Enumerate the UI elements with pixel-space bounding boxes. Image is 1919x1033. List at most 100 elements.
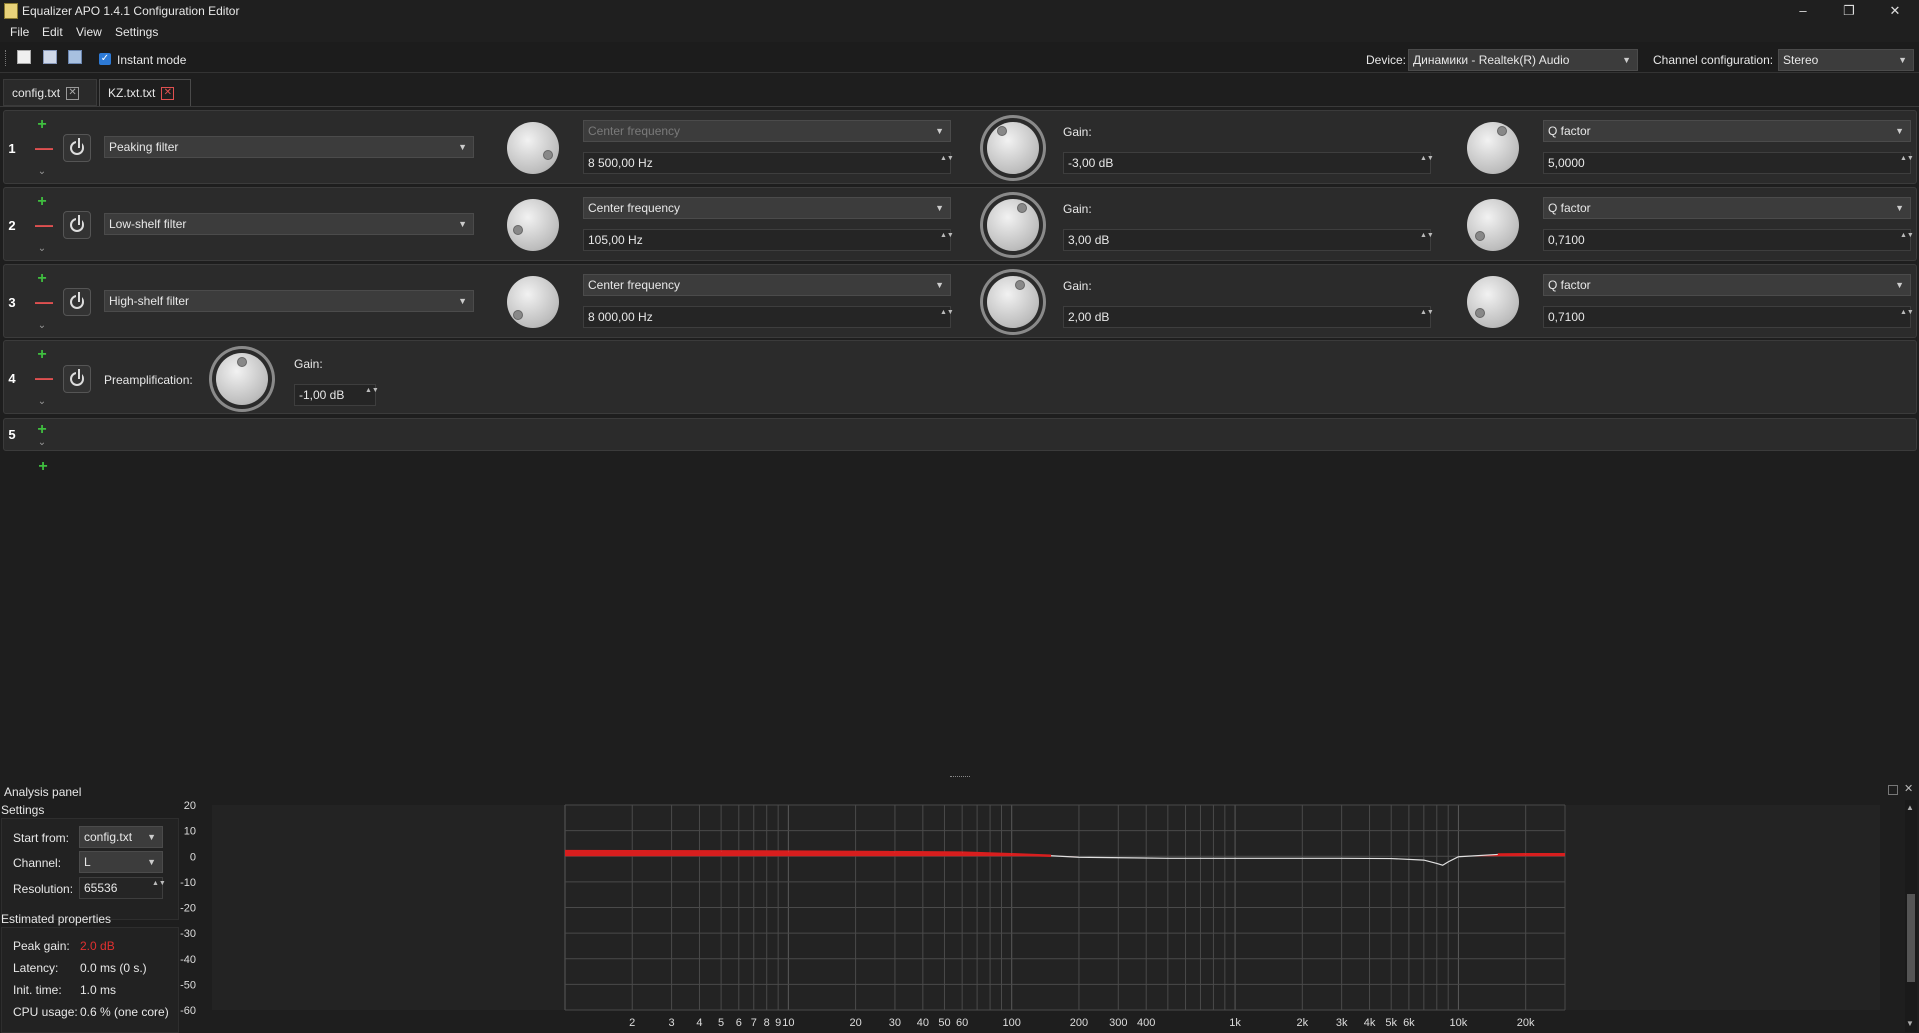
close-icon[interactable]: ✕ [66,87,79,100]
spin-arrows-icon[interactable]: ▲▼ [365,386,373,395]
gain-knob[interactable] [987,276,1039,328]
power-toggle-button[interactable] [63,211,91,239]
power-toggle-button[interactable] [63,288,91,316]
scroll-up-icon[interactable]: ▲ [1906,803,1914,812]
start-from-select[interactable]: config.txt▼ [79,826,163,848]
close-window-button[interactable]: ✕ [1872,0,1918,22]
remove-icon[interactable]: — [35,138,49,159]
resolution-input[interactable]: 65536▲▼ [79,877,163,899]
spin-arrows-icon[interactable]: ▲▼ [1420,231,1428,240]
expand-chevron-icon[interactable]: ⌄ [35,396,49,407]
frequency-mode-select[interactable]: Center frequency▼ [583,197,951,219]
expand-chevron-icon[interactable]: ⌄ [35,320,49,331]
instant-mode-checkbox[interactable]: ✓ [99,53,111,65]
q-mode-select[interactable]: Q factor▼ [1543,274,1911,296]
frequency-knob[interactable] [507,122,559,174]
spin-arrows-icon[interactable]: ▲▼ [940,308,948,317]
remove-icon[interactable]: — [35,215,49,236]
menu-view[interactable]: View [76,25,102,39]
spin-arrows-icon[interactable]: ▲▼ [1420,154,1428,163]
frequency-knob[interactable] [507,199,559,251]
add-icon[interactable]: + [35,193,49,211]
filter-type-select[interactable]: High-shelf filter▼ [104,290,474,312]
spin-arrows-icon[interactable]: ▲▼ [940,154,948,163]
tab-config[interactable]: config.txt✕ [3,79,97,106]
maximize-button[interactable]: ❐ [1826,0,1872,22]
spin-arrows-icon[interactable]: ▲▼ [1420,308,1428,317]
close-icon[interactable]: ✕ [161,87,174,100]
frequency-knob[interactable] [507,276,559,328]
menu-file[interactable]: File [10,25,29,39]
x-tick-label: 4 [696,1017,702,1029]
filter-type-select[interactable]: Low-shelf filter▼ [104,213,474,235]
splitter-handle[interactable] [950,776,970,779]
y-tick-label: 10 [184,826,196,838]
q-factor-knob[interactable] [1467,199,1519,251]
q-mode-select[interactable]: Q factor▼ [1543,197,1911,219]
frequency-input[interactable]: 8 000,00 Hz ▲▼ [583,306,951,328]
menu-bar [0,22,1919,42]
frequency-mode-select[interactable]: Center frequency▼ [583,274,951,296]
tab-kz-label: KZ.txt.txt [108,86,155,100]
spin-arrows-icon[interactable]: ▲▼ [940,231,948,240]
gain-input[interactable]: 3,00 dB▲▼ [1063,229,1431,251]
preamp-gain-input[interactable]: -1,00 dB▲▼ [294,384,376,406]
q-mode-select[interactable]: Q factor▼ [1543,120,1911,142]
channel-config-select[interactable]: Stereo▼ [1778,49,1914,71]
remove-icon[interactable]: — [35,292,49,313]
channel-select[interactable]: L▼ [79,851,163,873]
response-curve-segment [1012,854,1051,856]
gain-knob[interactable] [987,122,1039,174]
q-factor-knob[interactable] [1467,122,1519,174]
y-tick-label: 0 [190,851,196,863]
add-filter-button[interactable]: + [36,458,50,476]
gain-input[interactable]: -3,00 dB▲▼ [1063,152,1431,174]
add-icon[interactable]: + [35,270,49,288]
new-file-icon[interactable] [17,50,31,64]
x-tick-label: 60 [956,1017,968,1029]
spin-arrows-icon[interactable]: ▲▼ [1900,154,1908,163]
x-tick-label: 2 [629,1017,635,1029]
q-factor-value: 0,7100 [1548,233,1585,247]
close-panel-icon[interactable]: ✕ [1904,782,1913,795]
expand-chevron-icon[interactable]: ⌄ [35,243,49,254]
filter-type-select[interactable]: Peaking filter▼ [104,136,474,158]
chevron-down-icon: ▼ [147,827,156,847]
expand-chevron-icon[interactable]: ⌄ [35,437,49,448]
open-file-icon[interactable] [43,50,57,64]
frequency-input[interactable]: 105,00 Hz▲▼ [583,229,951,251]
frequency-mode-value: Center frequency [588,201,680,215]
gain-knob[interactable] [987,199,1039,251]
remove-icon[interactable]: — [35,368,49,389]
frequency-value: 8 000,00 Hz [588,310,653,324]
q-factor-input[interactable]: 0,7100 ▲▼ [1543,229,1911,251]
menu-edit[interactable]: Edit [42,25,63,39]
x-tick-label: 20k [1517,1017,1535,1029]
power-toggle-button[interactable] [63,365,91,393]
scroll-down-icon[interactable]: ▼ [1906,1019,1914,1028]
frequency-input[interactable]: 8 500,00 Hz▲▼ [583,152,951,174]
chevron-down-icon: ▼ [1895,275,1904,295]
spin-arrows-icon[interactable]: ▲▼ [1900,231,1908,240]
q-factor-input[interactable]: 5,0000▲▼ [1543,152,1911,174]
add-icon[interactable]: + [35,116,49,134]
q-factor-knob[interactable] [1467,276,1519,328]
add-icon[interactable]: + [35,346,49,364]
device-select[interactable]: Динамики - Realtek(R) Audio▼ [1408,49,1638,71]
spin-arrows-icon[interactable]: ▲▼ [1900,308,1908,317]
menu-settings[interactable]: Settings [115,25,158,39]
x-tick-label: 40 [917,1017,929,1029]
tab-kz[interactable]: KZ.txt.txt ✕ [99,79,191,106]
power-toggle-button[interactable] [63,134,91,162]
gain-input[interactable]: 2,00 dB▲▼ [1063,306,1431,328]
float-panel-icon[interactable] [1888,785,1898,795]
peak-gain-value: 2.0 dB [80,939,115,953]
preamp-gain-knob[interactable] [216,353,268,405]
q-factor-input[interactable]: 0,7100▲▼ [1543,306,1911,328]
scrollbar-thumb[interactable] [1907,894,1915,982]
spin-arrows-icon[interactable]: ▲▼ [152,879,160,888]
start-from-label: Start from: [13,831,69,845]
save-file-icon[interactable] [68,50,82,64]
minimize-button[interactable]: – [1780,0,1826,22]
expand-chevron-icon[interactable]: ⌄ [35,166,49,177]
